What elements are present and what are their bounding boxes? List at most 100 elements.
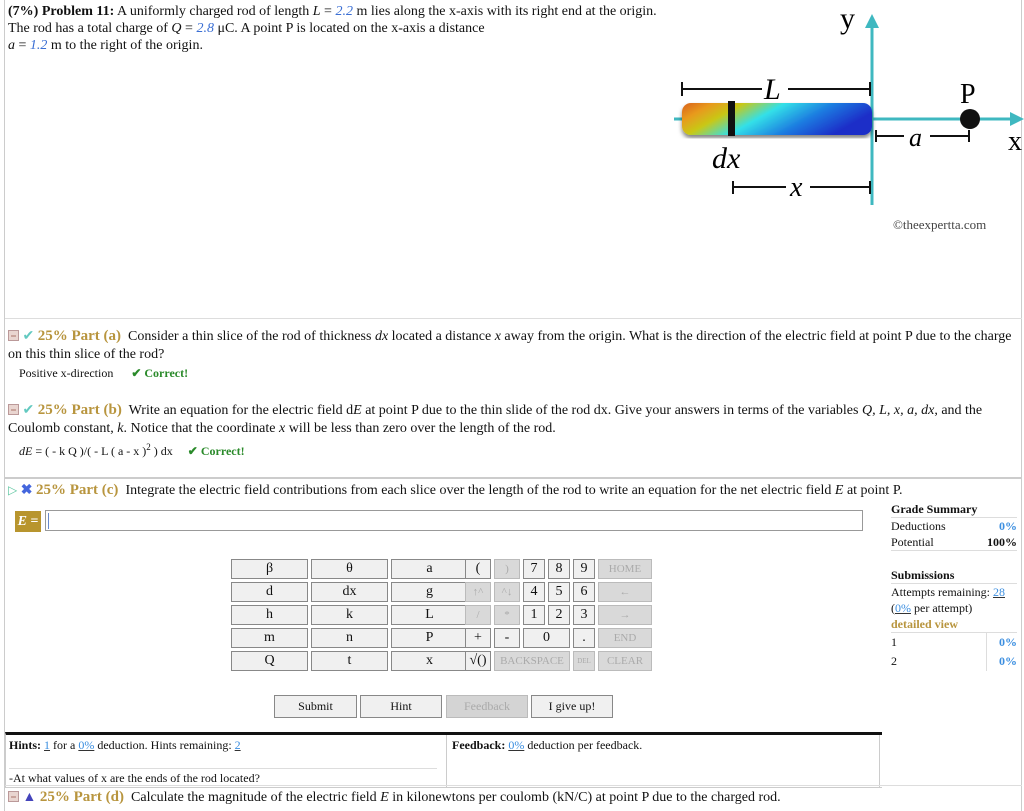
key-7[interactable]: 7 (523, 559, 545, 579)
point-P (960, 109, 980, 129)
key-down[interactable]: ^↓ (494, 582, 520, 602)
key-plus[interactable]: + (465, 628, 491, 648)
key-left-arrow[interactable]: ← (598, 582, 652, 602)
key-P[interactable]: P (391, 628, 468, 648)
key-theta[interactable]: θ (311, 559, 388, 579)
submission-row: 2 0% (891, 652, 1017, 671)
key-n[interactable]: n (311, 628, 388, 648)
potential-row: Potential 100% (891, 534, 1017, 551)
key-dx[interactable]: dx (311, 582, 388, 602)
charged-rod (682, 103, 872, 135)
key-0[interactable]: 0 (523, 628, 570, 648)
part-a-title: 25% Part (a) (37, 328, 122, 344)
question-text: Write an equation for the electric field… (128, 403, 354, 418)
x-axis-arrow-icon (1010, 112, 1024, 126)
equals: = (181, 21, 197, 36)
key-k[interactable]: k (311, 605, 388, 625)
key-up[interactable]: ↑^ (465, 582, 491, 602)
key-m[interactable]: m (231, 628, 308, 648)
question-text: at point P due to the thin slide of the … (361, 403, 862, 418)
feedback-text: deduction per feedback. (524, 738, 643, 752)
part-a: ✔ 25% Part (a) Consider a thin slice of … (8, 327, 1018, 364)
answer-label: E = (15, 511, 41, 532)
question-text: located a distance (388, 329, 495, 344)
per-attempt-label: per attempt) (911, 601, 973, 615)
key-8[interactable]: 8 (548, 559, 570, 579)
key-g[interactable]: g (391, 582, 468, 602)
hints-deduction: 0% (78, 738, 95, 752)
var-E: E (380, 790, 389, 805)
a-label: a (909, 123, 922, 152)
key-del[interactable]: DEL (573, 651, 595, 671)
part-a-answer-row: Positive x-direction ✔ Correct! (19, 366, 188, 380)
feedback-button[interactable]: Feedback (446, 695, 528, 718)
value-L: 2.2 (335, 4, 353, 19)
key-dot[interactable]: . (573, 628, 595, 648)
give-up-button[interactable]: I give up! (531, 695, 613, 718)
key-a[interactable]: a (391, 559, 468, 579)
key-1[interactable]: 1 (523, 605, 545, 625)
key-5[interactable]: 5 (548, 582, 570, 602)
key-clear[interactable]: CLEAR (598, 651, 652, 671)
question-text: Integrate the electric field contributio… (125, 483, 835, 498)
key-L[interactable]: L (391, 605, 468, 625)
key-lparen[interactable]: ( (465, 559, 491, 579)
feedback-label: Feedback: (452, 738, 506, 752)
problem-weight: (7%) (8, 4, 39, 19)
hint-button[interactable]: Hint (360, 695, 442, 718)
submit-button[interactable]: Submit (274, 695, 357, 718)
play-icon[interactable]: ▷ (8, 483, 17, 497)
part-c: ▷ ✖ 25% Part (c) Integrate the electric … (8, 481, 1018, 500)
answer-tail: ) dx (150, 444, 173, 458)
attempts-value: 28 (992, 585, 1005, 599)
hints-summary: Hints: 1 for a 0% deduction. Hints remai… (9, 738, 442, 753)
text-caret (48, 513, 49, 529)
potential-label: Potential (891, 535, 934, 549)
x-label: x (1008, 126, 1022, 157)
collapse-icon[interactable] (8, 330, 19, 341)
key-3[interactable]: 3 (573, 605, 595, 625)
key-right-arrow[interactable]: → (598, 605, 652, 625)
key-6[interactable]: 6 (573, 582, 595, 602)
hints-feedback-panel: Hints: 1 for a 0% deduction. Hints remai… (5, 732, 882, 788)
x-distance-label: x (789, 172, 803, 203)
key-divide[interactable]: / (465, 605, 491, 625)
key-t[interactable]: t (311, 651, 388, 671)
question-text: Consider a thin slice of the rod of thic… (128, 329, 375, 344)
dx-slice (728, 101, 735, 136)
part-a-answer: Positive x-direction (19, 366, 114, 380)
collapse-icon[interactable] (8, 791, 19, 802)
key-sqrt[interactable]: √() (465, 651, 491, 671)
key-beta[interactable]: β (231, 559, 308, 579)
key-rparen[interactable]: ) (494, 559, 520, 579)
key-9[interactable]: 9 (573, 559, 595, 579)
key-multiply[interactable]: * (494, 605, 520, 625)
part-d-title: 25% Part (d) (39, 789, 125, 805)
problem-statement: (7%) Problem 11: A uniformly charged rod… (8, 3, 658, 54)
key-Q[interactable]: Q (231, 651, 308, 671)
key-home[interactable]: HOME (598, 559, 652, 579)
check-icon: ✔ (22, 403, 35, 418)
key-4[interactable]: 4 (523, 582, 545, 602)
var-Q: Q (171, 21, 182, 36)
submission-value: 0% (986, 633, 1017, 652)
equals: = (320, 4, 336, 19)
key-2[interactable]: 2 (548, 605, 570, 625)
part-b-title: 25% Part (b) (37, 402, 122, 418)
key-x[interactable]: x (391, 651, 468, 671)
potential-value: 100% (987, 535, 1017, 549)
key-end[interactable]: END (598, 628, 652, 648)
key-d[interactable]: d (231, 582, 308, 602)
correct-status: ✔ Correct! (187, 444, 245, 458)
collapse-icon[interactable] (8, 404, 19, 415)
key-h[interactable]: h (231, 605, 308, 625)
deductions-label: Deductions (891, 519, 946, 533)
key-backspace[interactable]: BACKSPACE (494, 651, 570, 671)
per-attempt: (0% per attempt) (891, 600, 1017, 616)
answer-input[interactable] (45, 510, 863, 531)
detailed-view-link[interactable]: detailed view (891, 616, 1017, 632)
key-minus[interactable]: - (494, 628, 520, 648)
hints-label: Hints: (9, 738, 42, 752)
attempts-label: Attempts remaining: (891, 585, 993, 599)
divider (5, 318, 1022, 319)
